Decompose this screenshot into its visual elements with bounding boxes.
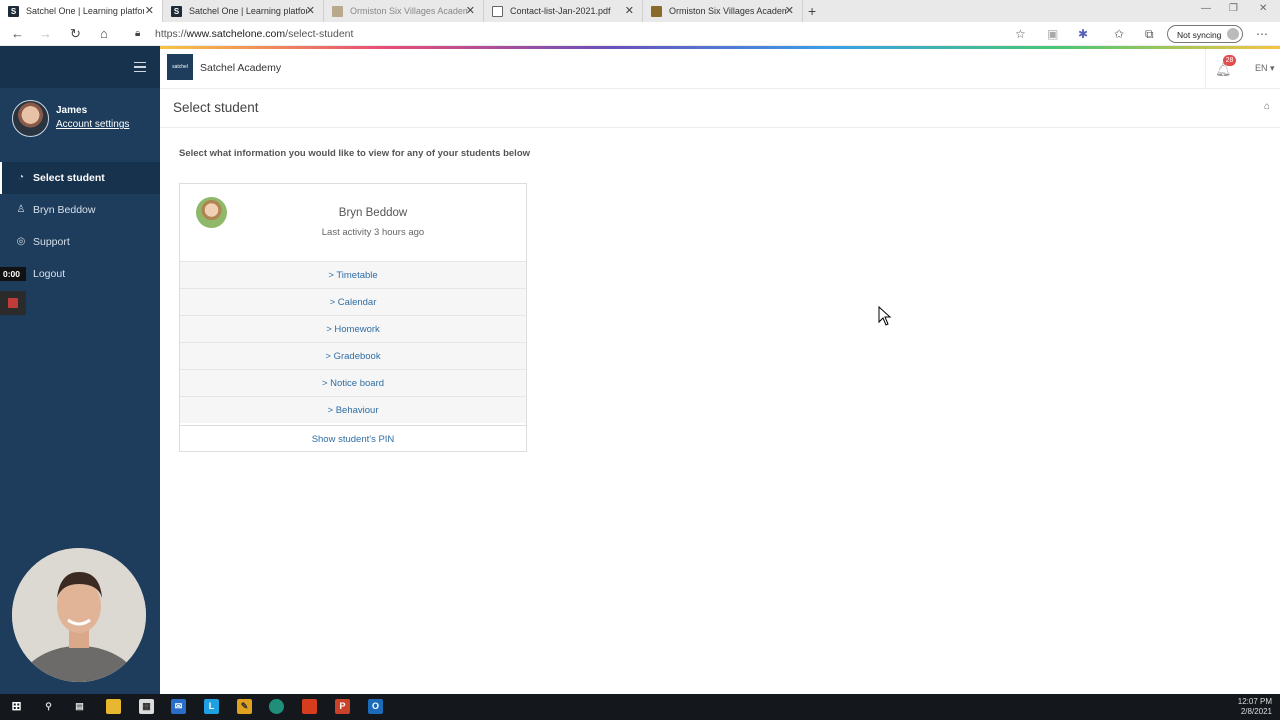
home-icon[interactable]: ⌂ bbox=[1264, 101, 1270, 112]
favorites-icon[interactable]: ✩ bbox=[1114, 27, 1124, 41]
last-activity: Last activity 3 hours ago bbox=[321, 227, 425, 238]
speedometer-icon: ◔ bbox=[17, 172, 25, 183]
add-favorite-icon[interactable]: ☆ bbox=[1015, 27, 1026, 41]
search-icon[interactable]: ⚲ bbox=[41, 699, 56, 714]
header-divider bbox=[1205, 49, 1206, 89]
sidebar-header bbox=[0, 46, 160, 88]
restore-icon[interactable]: ❐ bbox=[1229, 3, 1238, 14]
powerpoint-icon[interactable]: P bbox=[335, 699, 350, 714]
tab-ormiston-academy-2[interactable]: Ormiston Six Villages Academy ✕ bbox=[643, 0, 803, 22]
stop-recording-button[interactable] bbox=[0, 291, 26, 315]
close-tab-icon[interactable]: ✕ bbox=[625, 4, 634, 17]
satchel-favicon-icon: S bbox=[8, 5, 19, 17]
extension-puzzle-icon[interactable]: ✱ bbox=[1078, 27, 1088, 41]
sidebar-item-support[interactable]: ◎ Support bbox=[0, 226, 160, 258]
instruction-text: Select what information you would like t… bbox=[179, 148, 531, 159]
timetable-link[interactable]: > Timetable bbox=[180, 261, 526, 288]
user-name: James bbox=[56, 105, 88, 116]
tab-satchel-one-2[interactable]: S Satchel One | Learning platform ✕ bbox=[163, 0, 324, 22]
behaviour-link[interactable]: > Behaviour bbox=[180, 396, 526, 423]
school-favicon-icon bbox=[651, 5, 662, 17]
more-options-icon[interactable]: ⋯ bbox=[1256, 27, 1268, 41]
show-pin-link[interactable]: Show student's PIN bbox=[180, 425, 526, 452]
notification-badge: 28 bbox=[1223, 55, 1236, 66]
homework-link[interactable]: > Homework bbox=[180, 315, 526, 342]
windows-taskbar: ⊞ ⚲ ▤ ▦ ✉ L ✎ P O 12:07 PM 2/8/2021 bbox=[0, 694, 1280, 720]
tab-satchel-one[interactable]: S Satchel One | Learning platform ✕ bbox=[0, 0, 163, 22]
notice-board-link[interactable]: > Notice board bbox=[180, 369, 526, 396]
webcam-overlay bbox=[12, 548, 146, 682]
outlook-icon[interactable]: O bbox=[368, 699, 383, 714]
address-bar: ← → ↻ ⌂ 🔒︎ https://www.satchelone.com/se… bbox=[0, 22, 1280, 46]
refresh-icon[interactable]: ↻ bbox=[70, 26, 81, 42]
tab-ormiston-academy[interactable]: Ormiston Six Villages Academy ✕ bbox=[324, 0, 484, 22]
school-name: Satchel Academy bbox=[200, 62, 282, 74]
system-clock[interactable]: 12:07 PM 2/8/2021 bbox=[1238, 697, 1272, 717]
launcher-l-icon[interactable]: L bbox=[204, 699, 219, 714]
user-avatar bbox=[12, 100, 49, 137]
clock-time: 12:07 PM bbox=[1237, 697, 1272, 706]
new-tab-icon[interactable]: + bbox=[808, 3, 816, 19]
lifebuoy-icon: ◎ bbox=[16, 236, 26, 247]
close-tab-icon[interactable]: ✕ bbox=[466, 4, 475, 17]
back-arrow-icon[interactable]: ← bbox=[11, 26, 24, 42]
edge-browser-icon[interactable] bbox=[269, 699, 284, 714]
collections-icon[interactable]: ⧉ bbox=[1145, 27, 1154, 41]
minimize-icon[interactable]: — bbox=[1201, 3, 1211, 14]
url-field[interactable]: https://www.satchelone.com/select-studen… bbox=[155, 28, 353, 40]
recording-timer: 0:00 bbox=[0, 267, 26, 281]
page-title: Select student bbox=[173, 100, 259, 115]
hamburger-menu-icon[interactable] bbox=[134, 62, 146, 72]
language-selector[interactable]: EN ▾ bbox=[1255, 63, 1275, 74]
task-view-icon[interactable]: ▤ bbox=[72, 699, 87, 714]
satchel-favicon-icon: S bbox=[171, 5, 182, 17]
office-icon[interactable] bbox=[302, 699, 317, 714]
close-tab-icon[interactable]: ✕ bbox=[785, 4, 794, 17]
clock-date: 2/8/2021 bbox=[1240, 707, 1272, 716]
store-icon[interactable]: ▦ bbox=[139, 699, 154, 714]
paint-app-icon[interactable]: ✎ bbox=[237, 699, 252, 714]
url-prefix: https:// bbox=[155, 28, 187, 40]
lock-icon[interactable]: 🔒︎ bbox=[135, 26, 140, 42]
close-tab-icon[interactable]: ✕ bbox=[145, 4, 154, 17]
sync-button[interactable]: Not syncing bbox=[1167, 25, 1243, 43]
satchel-logo[interactable]: satchel bbox=[167, 54, 193, 80]
file-explorer-icon[interactable] bbox=[106, 699, 121, 714]
mail-icon[interactable]: ✉ bbox=[171, 699, 186, 714]
sidebar-item-select-student[interactable]: ◔ Select student bbox=[0, 162, 160, 194]
student-card: Bryn Beddow Last activity 3 hours ago > … bbox=[179, 183, 527, 452]
extension-icon[interactable]: ▣ bbox=[1047, 27, 1058, 41]
sidebar: James Account settings ◔ Select student … bbox=[0, 46, 160, 694]
home-icon[interactable]: ⌂ bbox=[100, 26, 108, 42]
close-window-icon[interactable]: ✕ bbox=[1259, 3, 1267, 14]
school-favicon-icon bbox=[332, 5, 343, 17]
tab-contact-list-pdf[interactable]: Contact-list-Jan-2021.pdf ✕ bbox=[484, 0, 643, 22]
browser-tab-strip: S Satchel One | Learning platform ✕ S Sa… bbox=[0, 0, 1280, 22]
windows-start-icon[interactable]: ⊞ bbox=[9, 699, 24, 714]
student-name: Bryn Beddow bbox=[338, 207, 408, 219]
close-tab-icon[interactable]: ✕ bbox=[306, 4, 315, 17]
gradebook-link[interactable]: > Gradebook bbox=[180, 342, 526, 369]
account-settings-link[interactable]: Account settings bbox=[56, 119, 129, 130]
url-domain: www.satchelone.com bbox=[186, 28, 286, 40]
stop-icon bbox=[8, 298, 18, 308]
document-icon bbox=[492, 5, 503, 17]
calendar-link[interactable]: > Calendar bbox=[180, 288, 526, 315]
url-path: /select-student bbox=[285, 28, 354, 40]
page-title-bar: Select student ⌂ bbox=[160, 89, 1280, 128]
top-header: satchel Satchel Academy 🔔︎ 28 EN ▾ bbox=[160, 49, 1280, 89]
sidebar-item-bryn-beddow[interactable]: ♙ Bryn Beddow bbox=[0, 194, 160, 226]
mouse-cursor-icon bbox=[878, 306, 892, 326]
person-icon: ♙ bbox=[16, 204, 26, 215]
forward-arrow-icon[interactable]: → bbox=[39, 26, 52, 42]
profile-avatar bbox=[1227, 28, 1239, 40]
